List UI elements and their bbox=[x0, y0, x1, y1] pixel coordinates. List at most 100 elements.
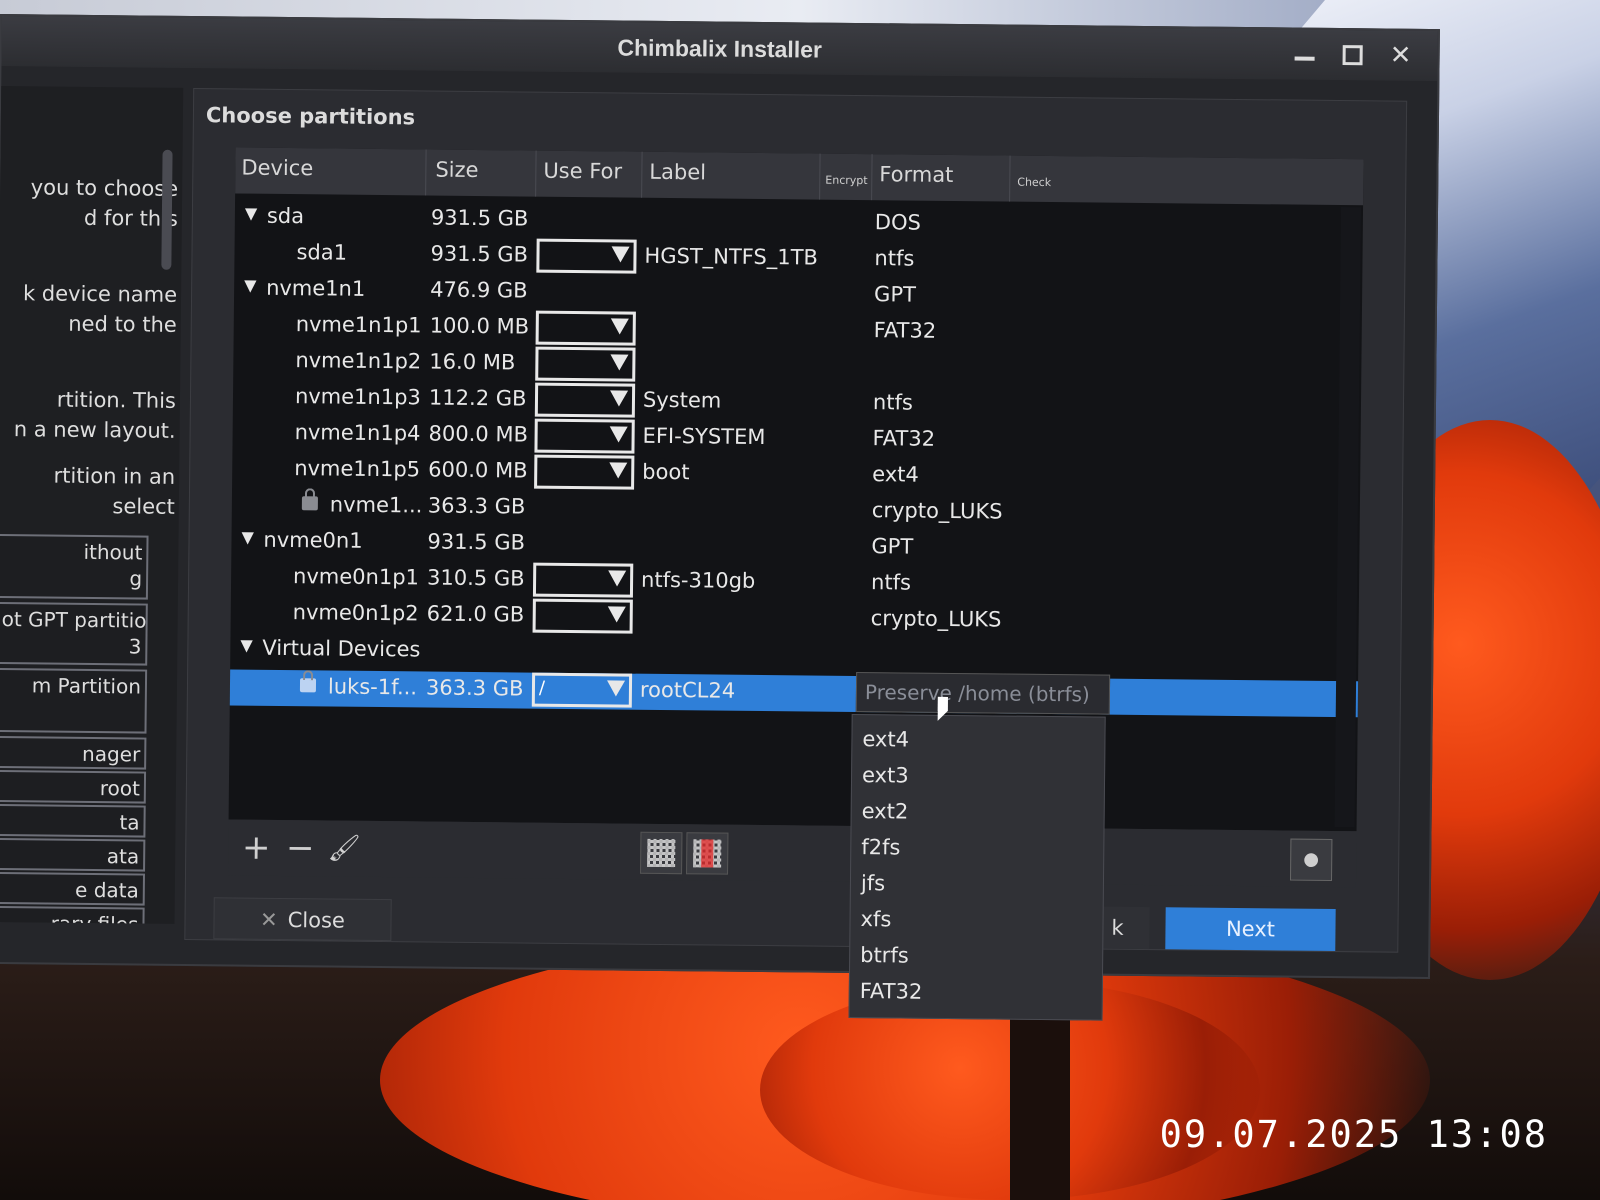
format-combo[interactable]: Preserve /home (btrfs) bbox=[855, 672, 1111, 715]
device-name: nvme1n1p3 bbox=[294, 384, 421, 410]
use-for-combo[interactable] bbox=[535, 346, 636, 382]
close-button[interactable]: ✕ Close bbox=[213, 897, 392, 942]
column-separator bbox=[819, 153, 821, 200]
close-window-button[interactable]: ✕ bbox=[1385, 41, 1415, 71]
format-option[interactable]: jfs bbox=[861, 871, 885, 895]
column-header-device[interactable]: Device bbox=[241, 156, 313, 181]
use-for-combo[interactable] bbox=[535, 310, 636, 346]
column-header-label[interactable]: Label bbox=[649, 160, 706, 185]
device-size: 363.3 GB bbox=[425, 675, 524, 701]
device-format: GPT bbox=[873, 282, 917, 307]
device-name: sda bbox=[266, 203, 305, 229]
use-for-combo[interactable] bbox=[534, 454, 635, 490]
dropdown-arrow-icon bbox=[609, 390, 629, 407]
partition-label: HGST_NTFS_1TB bbox=[644, 243, 819, 270]
device-format: crypto_LUKS bbox=[870, 606, 1002, 632]
format-option[interactable]: f2fs bbox=[861, 835, 900, 859]
format-dropdown-list: ext4 ext3 ext2 f2fs jfs xfs btrfs FAT32 bbox=[848, 713, 1106, 1021]
sidebar-text: k device name ned to the bbox=[22, 281, 178, 337]
sidebar-text: rtition in an select bbox=[53, 463, 176, 519]
device-size: 931.5 GB bbox=[430, 241, 529, 267]
column-header-format[interactable]: Format bbox=[879, 162, 953, 187]
partition-label: ntfs-310gb bbox=[640, 567, 756, 593]
device-format: FAT32 bbox=[873, 318, 937, 343]
device-size: 310.5 GB bbox=[426, 565, 525, 591]
dropdown-arrow-icon bbox=[609, 462, 628, 479]
sidebar-option[interactable]: ot GPT partition 3 bbox=[0, 601, 148, 666]
device-format: ntfs bbox=[872, 390, 913, 415]
window-title: Chimbalix Installer bbox=[617, 34, 823, 63]
device-format: ext4 bbox=[872, 462, 919, 487]
sidebar-text: rtition. This n a new layout. bbox=[13, 387, 177, 443]
partitions-panel: Choose partitions Device Size Use For La… bbox=[184, 88, 1408, 1021]
sidebar-option[interactable]: e data bbox=[0, 871, 146, 906]
column-separator bbox=[1009, 155, 1011, 202]
partition-toolbar: + − 🖌 ● bbox=[227, 819, 1357, 888]
dropdown-arrow-icon bbox=[610, 354, 629, 371]
sidebar-option[interactable]: rary files bbox=[0, 905, 145, 924]
remove-partition-button[interactable]: − bbox=[280, 828, 320, 868]
sidebar-option[interactable]: nager bbox=[0, 735, 147, 770]
partition-label: rootCL24 bbox=[639, 677, 736, 703]
column-header-check[interactable]: Check bbox=[1017, 176, 1051, 189]
expand-arrow-icon[interactable]: ▼ bbox=[240, 636, 253, 655]
column-header-size[interactable]: Size bbox=[435, 158, 478, 182]
device-format: ntfs bbox=[874, 246, 915, 271]
device-name: nvme1n1p4 bbox=[294, 420, 421, 446]
close-icon: ✕ bbox=[259, 907, 278, 932]
use-for-combo[interactable]: / bbox=[531, 672, 633, 708]
partition-layout-icon[interactable] bbox=[640, 831, 683, 875]
device-size: 621.0 GB bbox=[426, 601, 525, 627]
device-format: crypto_LUKS bbox=[871, 498, 1003, 524]
column-separator bbox=[425, 149, 427, 196]
page-title: Choose partitions bbox=[205, 103, 416, 130]
color-scheme-icon[interactable]: ● bbox=[1289, 838, 1333, 881]
column-header-use-for[interactable]: Use For bbox=[543, 159, 622, 184]
device-name: nvme1n1p5 bbox=[294, 456, 421, 482]
device-size: 16.0 MB bbox=[429, 349, 516, 375]
format-option[interactable]: ext4 bbox=[862, 727, 909, 751]
column-separator bbox=[641, 151, 643, 198]
partition-label: boot bbox=[642, 459, 690, 485]
partition-layout-alt-icon[interactable] bbox=[686, 832, 729, 875]
maximize-button[interactable] bbox=[1337, 40, 1367, 70]
sidebar-option[interactable]: ata bbox=[0, 837, 146, 872]
expand-arrow-icon[interactable]: ▼ bbox=[241, 528, 254, 547]
minimize-button[interactable] bbox=[1289, 40, 1319, 70]
expand-arrow-icon[interactable]: ▼ bbox=[245, 204, 258, 223]
dropdown-arrow-icon bbox=[606, 680, 626, 697]
device-format: FAT32 bbox=[872, 426, 936, 451]
mouse-pointer-icon bbox=[937, 696, 948, 721]
device-size: 600.0 MB bbox=[428, 457, 528, 483]
use-for-value: / bbox=[538, 677, 546, 699]
format-option[interactable]: btrfs bbox=[860, 943, 909, 968]
sidebar-option[interactable]: ithout g bbox=[0, 533, 149, 600]
add-partition-button[interactable]: + bbox=[236, 828, 276, 868]
next-button[interactable]: Next bbox=[1165, 907, 1336, 952]
expand-arrow-icon[interactable]: ▼ bbox=[244, 276, 257, 295]
device-size: 100.0 MB bbox=[429, 313, 530, 339]
sidebar-scrollbar[interactable] bbox=[161, 149, 173, 270]
format-option[interactable]: ext2 bbox=[862, 799, 909, 823]
format-option[interactable]: ext3 bbox=[862, 763, 909, 787]
dropdown-arrow-icon bbox=[607, 606, 626, 623]
column-header-encrypt[interactable]: Encrypt bbox=[825, 174, 867, 187]
sidebar-option[interactable]: ta bbox=[0, 803, 146, 838]
format-option[interactable]: xfs bbox=[860, 907, 891, 931]
dropdown-arrow-icon bbox=[610, 318, 629, 335]
sidebar-option[interactable]: m Partition bbox=[0, 667, 148, 734]
column-separator bbox=[535, 150, 537, 197]
use-for-combo[interactable] bbox=[532, 598, 633, 634]
use-for-combo[interactable] bbox=[534, 382, 636, 418]
use-for-combo[interactable] bbox=[534, 418, 635, 454]
device-name: nvme1n1p1 bbox=[295, 312, 422, 338]
dropdown-arrow-icon bbox=[608, 570, 627, 587]
column-separator bbox=[871, 154, 873, 201]
use-for-combo[interactable] bbox=[532, 562, 634, 598]
format-option[interactable]: FAT32 bbox=[860, 979, 923, 1004]
clear-brush-icon[interactable]: 🖌 bbox=[324, 828, 364, 868]
sidebar-option[interactable]: root bbox=[0, 769, 147, 804]
device-size: 931.5 GB bbox=[430, 205, 529, 231]
dropdown-arrow-icon bbox=[609, 426, 628, 443]
use-for-combo[interactable] bbox=[536, 238, 637, 274]
